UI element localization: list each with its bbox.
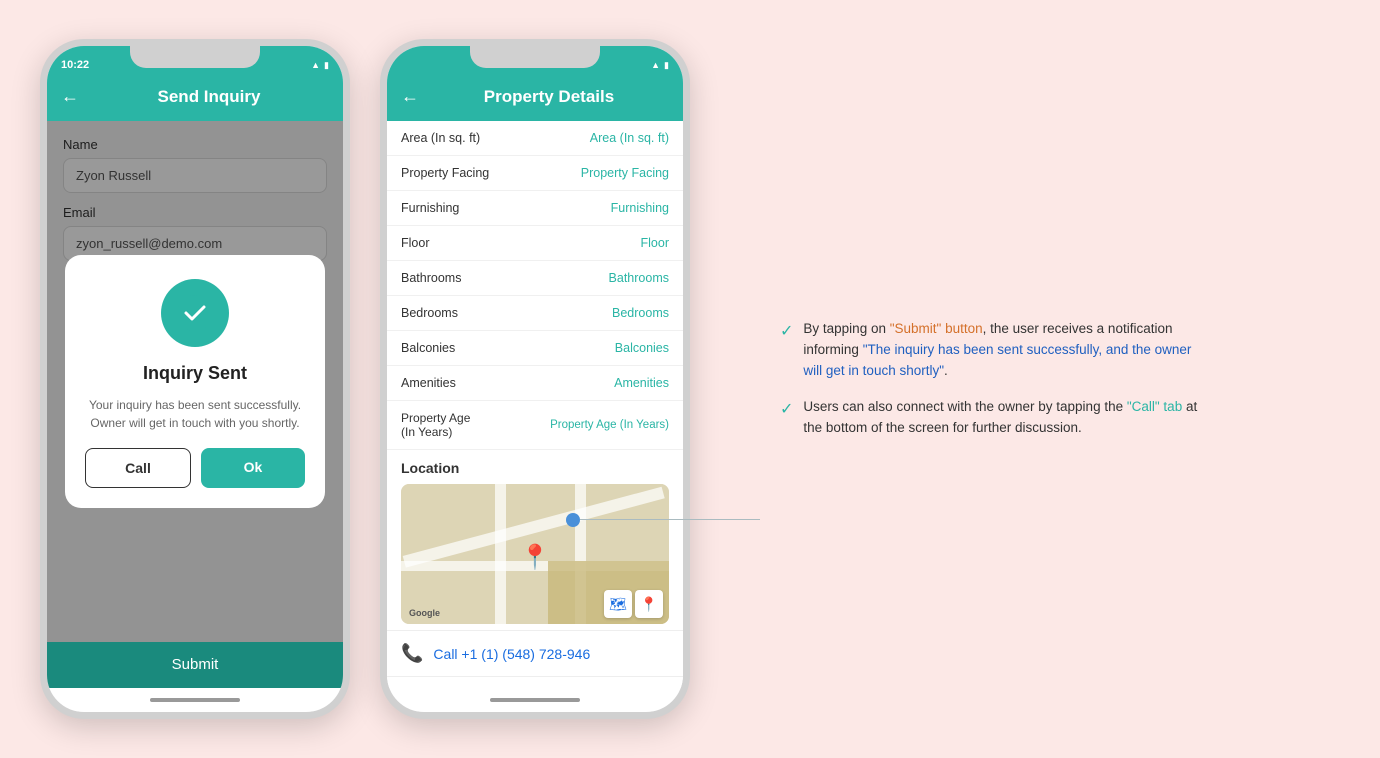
checkmark-icon: [177, 295, 213, 331]
location-title: Location: [401, 460, 669, 476]
inquiry-sent-modal-overlay: Inquiry Sent Your inquiry has been sent …: [47, 121, 343, 642]
phone2-content: Area (In sq. ft) Area (In sq. ft) Proper…: [387, 121, 683, 688]
phone1-send-inquiry: 10:22 ▲ ▮ ← Send Inquiry Name Zyon Russe…: [40, 39, 350, 719]
prop-value-balconies: Balconies: [518, 331, 683, 366]
check-icon-1: ✓: [780, 320, 793, 345]
modal-ok-button[interactable]: Ok: [201, 448, 305, 488]
phone1-time: 10:22: [61, 59, 89, 71]
battery-icon: ▮: [664, 60, 669, 71]
table-row: Property Age(In Years) Property Age (In …: [387, 401, 683, 450]
prop-value-area: Area (In sq. ft): [518, 121, 683, 156]
google-logo: Google: [409, 608, 440, 618]
prop-label-bedrooms: Bedrooms: [387, 296, 518, 331]
annotation-bullets: ✓ By tapping on "Submit" button, the use…: [780, 319, 1200, 440]
phone2-property-details: ▲ ▮ ← Property Details Area (In sq. ft) …: [380, 39, 690, 719]
success-icon-circle: [161, 279, 229, 347]
prop-label-facing: Property Facing: [387, 156, 518, 191]
prop-label-area: Area (In sq. ft): [387, 121, 518, 156]
phone1-header: ← Send Inquiry: [47, 78, 343, 121]
annotation-bullet-1: ✓ By tapping on "Submit" button, the use…: [780, 319, 1200, 382]
table-row: Area (In sq. ft) Area (In sq. ft): [387, 121, 683, 156]
notification-highlight: "The inquiry has been sent successfully,…: [803, 342, 1191, 378]
phone2-header-title: Property Details: [429, 87, 669, 107]
map-action-buttons: 🗺 📍: [604, 590, 663, 618]
modal-message: Your inquiry has been sent successfully.…: [85, 396, 305, 432]
prop-value-furnishing: Furnishing: [518, 191, 683, 226]
prop-label-furnishing: Furnishing: [387, 191, 518, 226]
back-arrow-icon[interactable]: ←: [61, 86, 79, 107]
prop-value-facing: Property Facing: [518, 156, 683, 191]
prop-label-property-age: Property Age(In Years): [387, 401, 518, 450]
phone-icon: 📞: [401, 643, 423, 664]
prop-label-floor: Floor: [387, 226, 518, 261]
inquiry-sent-modal: Inquiry Sent Your inquiry has been sent …: [65, 255, 325, 508]
location-section: Location 📍 Google: [387, 450, 683, 630]
phone1-content: Name Zyon Russell Email zyon_russell@dem…: [47, 121, 343, 642]
annotation-area: ✓ By tapping on "Submit" button, the use…: [780, 319, 1200, 440]
phone2-home-bar: [387, 688, 683, 712]
prop-label-bathrooms: Bathrooms: [387, 261, 518, 296]
phone2-header: ← Property Details: [387, 78, 683, 121]
home-indicator: [150, 698, 240, 702]
phone2-status-icons: ▲ ▮: [651, 60, 669, 71]
connector-line: [580, 519, 760, 520]
annotation-text-1: By tapping on "Submit" button, the user …: [803, 319, 1200, 382]
map-pin: 📍: [520, 543, 550, 572]
table-row: Bathrooms Bathrooms: [387, 261, 683, 296]
prop-value-property-age: Property Age (In Years): [518, 401, 683, 450]
wifi-icon: ▲: [311, 60, 320, 70]
phone1-home-bar: [47, 688, 343, 712]
table-row: Bedrooms Bedrooms: [387, 296, 683, 331]
table-row: Furnishing Furnishing: [387, 191, 683, 226]
back-arrow-icon[interactable]: ←: [401, 86, 419, 107]
phone2-notch: [470, 46, 600, 68]
home-indicator: [490, 698, 580, 702]
check-icon-2: ✓: [780, 398, 793, 423]
modal-buttons: Call Ok: [85, 448, 305, 488]
wifi-icon: ▲: [651, 60, 660, 70]
modal-title: Inquiry Sent: [143, 363, 247, 384]
map-container[interactable]: 📍 Google 🗺 📍: [401, 484, 669, 624]
call-bar[interactable]: 📞 Call +1 (1) (548) 728-946: [387, 630, 683, 676]
phone1-footer[interactable]: Submit: [47, 642, 343, 688]
phone1-notch: [130, 46, 260, 68]
annotation-text-2: Users can also connect with the owner by…: [803, 397, 1200, 439]
phone1-header-title: Send Inquiry: [89, 87, 329, 107]
directions-button[interactable]: 🗺: [604, 590, 632, 618]
connector-dot: [566, 513, 580, 527]
prop-value-bathrooms: Bathrooms: [518, 261, 683, 296]
table-row: Balconies Balconies: [387, 331, 683, 366]
prop-label-amenities: Amenities: [387, 366, 518, 401]
table-row: Amenities Amenities: [387, 366, 683, 401]
modal-call-button[interactable]: Call: [85, 448, 191, 488]
call-tab-highlight: "Call" tab: [1127, 399, 1182, 414]
cancel-bar[interactable]: Cancel: [387, 676, 683, 688]
phone1-status-icons: ▲ ▮: [311, 60, 329, 71]
prop-value-amenities: Amenities: [518, 366, 683, 401]
maps-button[interactable]: 📍: [635, 590, 663, 618]
table-row: Floor Floor: [387, 226, 683, 261]
call-number[interactable]: Call +1 (1) (548) 728-946: [433, 646, 590, 662]
submit-highlight: "Submit" button: [890, 321, 983, 336]
battery-icon: ▮: [324, 60, 329, 71]
submit-button[interactable]: Submit: [172, 656, 219, 673]
table-row: Property Facing Property Facing: [387, 156, 683, 191]
prop-label-balconies: Balconies: [387, 331, 518, 366]
prop-value-bedrooms: Bedrooms: [518, 296, 683, 331]
property-details-table: Area (In sq. ft) Area (In sq. ft) Proper…: [387, 121, 683, 450]
annotation-bullet-2: ✓ Users can also connect with the owner …: [780, 397, 1200, 439]
prop-value-floor: Floor: [518, 226, 683, 261]
road-vertical: [495, 484, 506, 624]
